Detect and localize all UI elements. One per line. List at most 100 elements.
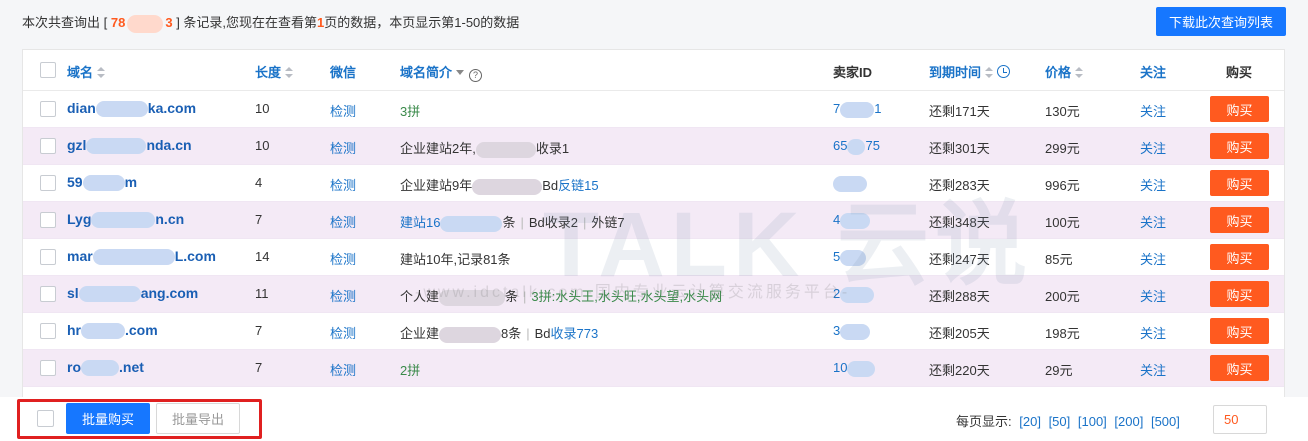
domain-link[interactable]: gzl nda.cn <box>67 137 192 155</box>
domain-link[interactable]: dian ka.com <box>67 100 196 118</box>
help-icon[interactable]: ? <box>469 69 483 82</box>
sort-icon <box>97 67 106 78</box>
follow-link[interactable]: 关注 <box>1140 175 1166 194</box>
header-domain[interactable]: 域名 <box>67 62 106 81</box>
row-checkbox[interactable] <box>40 360 56 376</box>
domain-link[interactable]: 59 m <box>67 174 137 192</box>
sort-icon <box>985 67 994 78</box>
row-checkbox[interactable] <box>40 138 56 154</box>
domain-length: 11 <box>255 286 269 301</box>
seller-id[interactable]: 10 <box>833 360 876 377</box>
buy-button[interactable]: 购买 <box>1210 244 1269 270</box>
expiry-remaining: 还剩288天 <box>929 289 990 304</box>
bulk-buy-button[interactable]: 批量购买 <box>66 403 150 434</box>
per-page-100[interactable]: [100] <box>1078 414 1107 429</box>
seller-id[interactable]: 71 <box>833 101 881 118</box>
follow-link[interactable]: 关注 <box>1140 249 1166 268</box>
domain-link[interactable]: ro .net <box>67 359 144 377</box>
follow-link[interactable]: 关注 <box>1140 101 1166 120</box>
header-intro[interactable]: 域名简介? <box>400 62 483 82</box>
select-all-checkbox[interactable] <box>40 62 56 78</box>
expiry-remaining: 还剩283天 <box>929 178 990 193</box>
seller-id[interactable]: 65 75 <box>833 138 880 155</box>
row-checkbox[interactable] <box>40 175 56 191</box>
blurred-count <box>127 14 164 33</box>
per-page-500[interactable]: [500] <box>1151 414 1180 429</box>
row-checkbox[interactable] <box>40 286 56 302</box>
domain-intro: 3拼 <box>400 104 421 119</box>
follow-link[interactable]: 关注 <box>1140 323 1166 342</box>
row-checkbox[interactable] <box>40 249 56 265</box>
table-row: hr .com 7 检测 企业建 8条 | Bd收录773 3 还剩205天 198元 … <box>23 313 1284 350</box>
per-page-input[interactable] <box>1213 405 1267 434</box>
domain-link[interactable]: sl ang.com <box>67 285 198 303</box>
download-list-button[interactable]: 下载此次查询列表 <box>1155 7 1286 36</box>
buy-button[interactable]: 购买 <box>1210 355 1269 381</box>
buy-button[interactable]: 购买 <box>1210 318 1269 344</box>
header-price[interactable]: 价格 <box>1045 62 1084 81</box>
wechat-check-link[interactable]: 检测 <box>330 286 356 305</box>
wechat-check-link[interactable]: 检测 <box>330 101 356 120</box>
per-page-selector: 每页显示: [20] [50] [100] [200] [500] <box>956 414 1180 429</box>
per-page-50[interactable]: [50] <box>1049 414 1071 429</box>
expiry-remaining: 还剩301天 <box>929 141 990 156</box>
wechat-check-link[interactable]: 检测 <box>330 360 356 379</box>
price: 200元 <box>1045 289 1080 304</box>
header-length[interactable]: 长度 <box>255 62 294 81</box>
buy-button[interactable]: 购买 <box>1210 281 1269 307</box>
buy-button[interactable]: 购买 <box>1210 133 1269 159</box>
wechat-check-link[interactable]: 检测 <box>330 212 356 231</box>
domain-intro: 个人建条 | 3拼:水头王,水头旺,水头望,水头网 <box>400 289 723 306</box>
row-checkbox[interactable] <box>40 212 56 228</box>
seller-id[interactable]: 5 <box>833 249 867 266</box>
row-checkbox[interactable] <box>40 323 56 339</box>
buy-button[interactable]: 购买 <box>1210 207 1269 233</box>
select-all-footer-checkbox[interactable] <box>37 410 54 427</box>
wechat-check-link[interactable]: 检测 <box>330 175 356 194</box>
seller-id[interactable]: 4 <box>833 212 871 229</box>
follow-link[interactable]: 关注 <box>1140 286 1166 305</box>
domain-link[interactable]: Lyg n.cn <box>67 211 184 229</box>
buy-button[interactable]: 购买 <box>1210 96 1269 122</box>
bulk-action-bar: 批量购买 批量导出 每页显示: [20] [50] [100] [200] [5… <box>0 397 1308 441</box>
domain-length: 10 <box>255 101 270 116</box>
caret-down-icon <box>456 70 465 75</box>
top-bar: 本次共查询出 [ 78 3 ] 条记录,您现在在查看第1页的数据，本页显示第1-5… <box>0 0 1308 44</box>
seller-id[interactable]: 3 <box>833 323 871 340</box>
table-row: gzl nda.cn 10 检测 企业建站2年, 收录1 65 75 还剩301天 2… <box>23 128 1284 165</box>
sort-icon <box>285 67 294 78</box>
domain-length: 7 <box>255 360 263 375</box>
clock-icon[interactable] <box>997 65 1011 78</box>
header-expiry[interactable]: 到期时间 <box>929 62 1011 81</box>
seller-id[interactable] <box>833 175 867 192</box>
domain-link[interactable]: hr .com <box>67 322 158 340</box>
query-summary: 本次共查询出 [ 78 3 ] 条记录,您现在在查看第1页的数据，本页显示第1-5… <box>22 12 519 33</box>
per-page-20[interactable]: [20] <box>1019 414 1041 429</box>
follow-link[interactable]: 关注 <box>1140 138 1166 157</box>
price: 996元 <box>1045 178 1080 193</box>
domain-length: 7 <box>255 212 263 227</box>
per-page-200[interactable]: [200] <box>1114 414 1143 429</box>
domain-length: 4 <box>255 175 263 190</box>
header-buy: 购买 <box>1226 65 1253 80</box>
expiry-remaining: 还剩220天 <box>929 363 990 378</box>
seller-id[interactable]: 2 <box>833 286 875 303</box>
domain-link[interactable]: mar L.com <box>67 248 216 266</box>
price: 29元 <box>1045 363 1073 378</box>
buy-button[interactable]: 购买 <box>1210 170 1269 196</box>
domain-table: 域名 长度 微信 域名简介? 卖家ID 到期时间 价格 关注 购买 dian ka… <box>22 49 1285 399</box>
price: 100元 <box>1045 215 1080 230</box>
domain-length: 10 <box>255 138 270 153</box>
expiry-remaining: 还剩247天 <box>929 252 990 267</box>
domain-intro: 2拼 <box>400 363 421 378</box>
row-checkbox[interactable] <box>40 101 56 117</box>
result-count: 78 <box>110 15 126 30</box>
header-wechat: 微信 <box>330 65 357 80</box>
wechat-check-link[interactable]: 检测 <box>330 249 356 268</box>
expiry-remaining: 还剩348天 <box>929 215 990 230</box>
bulk-export-button[interactable]: 批量导出 <box>156 403 240 434</box>
wechat-check-link[interactable]: 检测 <box>330 323 356 342</box>
wechat-check-link[interactable]: 检测 <box>330 138 356 157</box>
follow-link[interactable]: 关注 <box>1140 212 1166 231</box>
follow-link[interactable]: 关注 <box>1140 360 1166 379</box>
